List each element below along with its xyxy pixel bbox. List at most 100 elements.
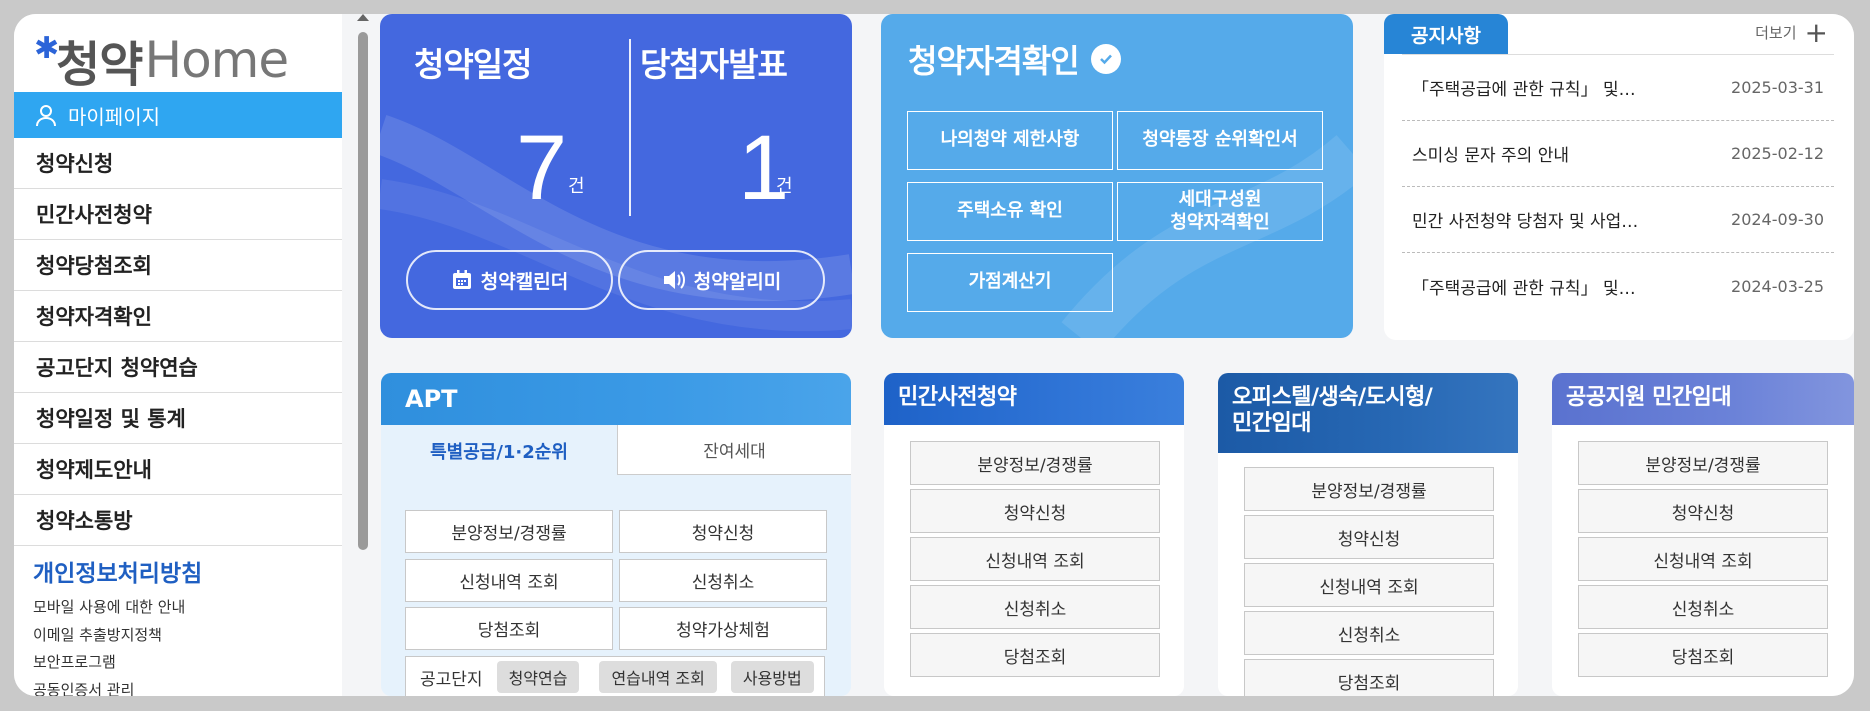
public-winner-button[interactable]: 당첨조회 — [1578, 633, 1828, 677]
sublink-security[interactable]: 보안프로그램 — [33, 649, 185, 677]
notice-date: 2025-02-12 — [1731, 144, 1824, 163]
sidebar-item-system-guide[interactable]: 청약제도안내 — [14, 444, 342, 495]
private-pre-title: 민간사전청약 — [884, 373, 1184, 425]
apt-virtual-button[interactable]: 청약가상체험 — [619, 607, 827, 650]
scroll-up-arrow-icon[interactable] — [357, 14, 369, 21]
my-restrictions-button[interactable]: 나의청약 제한사항 — [907, 111, 1113, 170]
schedule-unit: 건 — [568, 176, 585, 197]
private-cancel-button[interactable]: 신청취소 — [910, 585, 1160, 629]
sidebar-item-schedule-stats[interactable]: 청약일정 및 통계 — [14, 393, 342, 444]
calendar-icon — [452, 270, 471, 289]
practice-chip[interactable]: 청약연습 — [496, 661, 580, 693]
public-history-button[interactable]: 신청내역 조회 — [1578, 537, 1828, 581]
notice-title: 「주택공급에 관한 규칙」 및… — [1412, 80, 1636, 100]
tab-special-supply[interactable]: 특별공급/1·2순위 — [381, 425, 617, 477]
calendar-button[interactable]: 청약캘린더 — [406, 250, 613, 310]
divider — [629, 39, 631, 216]
list-item[interactable]: 「주택공급에 관한 규칙」 및… 2025-03-31 — [1402, 55, 1834, 121]
notice-title: 「주택공급에 관한 규칙」 및… — [1412, 278, 1636, 299]
notice-title: 스미싱 문자 주의 안내 — [1412, 146, 1569, 166]
winner-unit: 건 — [776, 176, 793, 197]
private-sale-info-button[interactable]: 분양정보/경쟁률 — [910, 441, 1160, 485]
sidebar-item-eligibility[interactable]: 청약자격확인 — [14, 291, 342, 342]
eligibility-card: 청약자격확인 나의청약 제한사항 청약통장 순위확인서 주택소유 확인 세대구성… — [881, 14, 1353, 338]
notice-tab[interactable]: 공지사항 — [1384, 14, 1508, 54]
tab-remaining[interactable]: 잔여세대 — [617, 425, 851, 475]
sidebar-item-communication[interactable]: 청약소통방 — [14, 495, 342, 546]
check-circle-icon — [1090, 44, 1121, 74]
sidebar-sublinks: 모바일 사용에 대한 안내 이메일 추출방지정책 보안프로그램 공동인증서 관리 — [33, 594, 185, 696]
public-apply-button[interactable]: 청약신청 — [1578, 489, 1828, 533]
more-button[interactable]: 더보기 + — [1755, 15, 1828, 49]
list-item[interactable]: 스미싱 문자 주의 안내 2025-02-12 — [1402, 121, 1834, 187]
sidebar: ✱ 청약 Home 마이페이지 청약신청 민간사전청약 청약당첨조회 청약자격확… — [14, 14, 342, 696]
plus-icon: + — [1804, 15, 1828, 49]
notice-date: 2024-03-25 — [1731, 276, 1824, 296]
privacy-policy-link[interactable]: 개인정보처리방침 — [33, 554, 202, 588]
sidebar-item-apply[interactable]: 청약신청 — [14, 138, 342, 189]
public-rental-title: 공공지원 민간임대 — [1552, 373, 1854, 425]
alarm-label: 청약알리미 — [693, 270, 782, 293]
officetel-cancel-button[interactable]: 신청취소 — [1244, 611, 1494, 655]
notice-list: 「주택공급에 관한 규칙」 및… 2025-03-31 스미싱 문자 주의 안내 2… — [1402, 54, 1834, 319]
schedule-title[interactable]: 청약일정 — [414, 38, 532, 86]
private-apply-button[interactable]: 청약신청 — [910, 489, 1160, 533]
sidebar-item-private-pre[interactable]: 민간사전청약 — [14, 189, 342, 240]
more-label: 더보기 — [1755, 24, 1797, 42]
score-calculator-button[interactable]: 가점계산기 — [907, 253, 1113, 312]
officetel-title: 오피스텔/생숙/도시형/ 민간임대 — [1218, 373, 1518, 453]
mypage-button[interactable]: 마이페이지 — [14, 92, 342, 138]
public-rental-card: 공공지원 민간임대 분양정보/경쟁률 청약신청 신청내역 조회 신청취소 당첨조… — [1552, 373, 1854, 696]
person-icon — [36, 105, 56, 127]
officetel-history-button[interactable]: 신청내역 조회 — [1244, 563, 1494, 607]
private-history-button[interactable]: 신청내역 조회 — [910, 537, 1160, 581]
practice-history-chip[interactable]: 연습내역 조회 — [599, 661, 717, 693]
notice-card: 공지사항 더보기 + 「주택공급에 관한 규칙」 및… 2025-03-31 스미… — [1384, 14, 1854, 340]
complex-label: 공고단지 — [420, 669, 483, 690]
scrollbar-thumb[interactable] — [358, 32, 368, 550]
logo[interactable]: ✱ 청약 Home — [34, 30, 289, 94]
notice-title: 민간 사전청약 당첨자 및 사업… — [1412, 212, 1639, 232]
apt-title: APT — [405, 385, 458, 413]
sublink-mobile[interactable]: 모바일 사용에 대한 안내 — [33, 594, 185, 622]
household-eligibility-button[interactable]: 세대구성원 청약자격확인 — [1117, 182, 1323, 241]
winner-title[interactable]: 당첨자발표 — [640, 38, 788, 86]
mypage-label: 마이페이지 — [68, 104, 160, 129]
apt-apply-button[interactable]: 청약신청 — [619, 510, 827, 553]
alarm-button[interactable]: 청약알리미 — [618, 250, 825, 310]
private-winner-button[interactable]: 당첨조회 — [910, 633, 1160, 677]
public-cancel-button[interactable]: 신청취소 — [1578, 585, 1828, 629]
logo-home: Home — [144, 31, 289, 89]
apt-header: APT — [381, 373, 851, 425]
officetel-apply-button[interactable]: 청약신청 — [1244, 515, 1494, 559]
complex-practice-row: 공고단지 청약연습 연습내역 조회 사용방법 — [405, 656, 825, 696]
officetel-sale-info-button[interactable]: 분양정보/경쟁률 — [1244, 467, 1494, 511]
officetel-card: 오피스텔/생숙/도시형/ 민간임대 분양정보/경쟁률 청약신청 신청내역 조회 … — [1218, 373, 1518, 696]
schedule-count[interactable]: 7 — [516, 122, 567, 214]
winner-count[interactable]: 1 — [738, 122, 789, 214]
sublink-certificate[interactable]: 공동인증서 관리 — [33, 677, 185, 697]
officetel-winner-button[interactable]: 당첨조회 — [1244, 659, 1494, 696]
sidebar-menu: 청약신청 민간사전청약 청약당첨조회 청약자격확인 공고단지 청약연습 청약일정… — [14, 138, 342, 546]
apt-cancel-button[interactable]: 신청취소 — [619, 559, 827, 602]
sidebar-item-winner-check[interactable]: 청약당첨조회 — [14, 240, 342, 291]
apt-card: APT 특별공급/1·2순위 잔여세대 분양정보/경쟁률 청약신청 신청내역 조… — [381, 373, 851, 696]
list-item[interactable]: 「주택공급에 관한 규칙」 및… 2024-03-25 — [1402, 253, 1834, 319]
list-item[interactable]: 민간 사전청약 당첨자 및 사업… 2024-09-30 — [1402, 187, 1834, 253]
house-ownership-button[interactable]: 주택소유 확인 — [907, 182, 1113, 241]
sublink-email[interactable]: 이메일 추출방지정책 — [33, 622, 185, 650]
public-sale-info-button[interactable]: 분양정보/경쟁률 — [1578, 441, 1828, 485]
apt-history-button[interactable]: 신청내역 조회 — [405, 559, 613, 602]
sidebar-item-practice[interactable]: 공고단지 청약연습 — [14, 342, 342, 393]
how-to-chip[interactable]: 사용방법 — [730, 661, 814, 693]
account-rank-button[interactable]: 청약통장 순위확인서 — [1117, 111, 1323, 170]
eligibility-title-text: 청약자격확인 — [908, 42, 1080, 80]
apt-winner-button[interactable]: 당첨조회 — [405, 607, 613, 650]
scrollbar-track[interactable] — [344, 14, 358, 696]
speaker-icon — [663, 271, 685, 289]
apt-sale-info-button[interactable]: 분양정보/경쟁률 — [405, 510, 613, 553]
private-pre-card: 민간사전청약 분양정보/경쟁률 청약신청 신청내역 조회 신청취소 당첨조회 — [884, 373, 1184, 696]
schedule-card: 청약일정 당첨자발표 7 건 1 건 청약캘린더 청약알리미 — [380, 14, 852, 338]
app-frame: ✱ 청약 Home 마이페이지 청약신청 민간사전청약 청약당첨조회 청약자격확… — [14, 14, 1854, 696]
eligibility-title: 청약자격확인 — [908, 36, 1121, 82]
